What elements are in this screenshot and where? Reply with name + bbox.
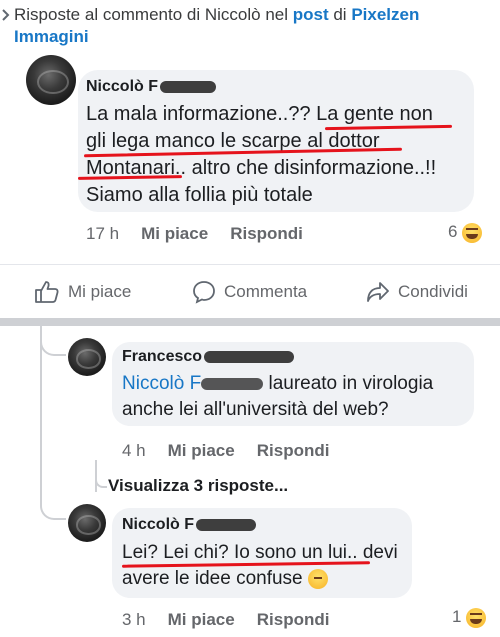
thumbs-up-icon: [35, 281, 59, 303]
share-arrow-icon: [367, 282, 389, 302]
section-separator: [0, 318, 500, 326]
comment-button-label: Commenta: [224, 282, 308, 301]
reaction-summary[interactable]: 6: [448, 222, 482, 243]
speech-bubble-icon: [193, 281, 215, 304]
haha-emoji-icon: [465, 607, 486, 628]
reply-meta: 3 h Mi piace Rispondi: [122, 610, 351, 630]
redaction-mark: [201, 377, 264, 390]
header-line: Risposte al commento di Niccolò nel post…: [14, 3, 494, 26]
avatar[interactable]: [68, 504, 106, 542]
post-link[interactable]: post: [293, 5, 329, 24]
view-more-replies[interactable]: Visualizza 3 risposte...: [108, 476, 288, 496]
redaction-mark: [204, 350, 295, 363]
header-middle: di: [328, 5, 352, 24]
reply-link[interactable]: Rispondi: [257, 610, 330, 629]
page-link-line2[interactable]: Immagini: [14, 25, 89, 48]
avatar[interactable]: [26, 55, 76, 105]
header-caret-icon: [2, 8, 10, 26]
redaction-mark: [196, 518, 257, 531]
thread-line: [95, 460, 97, 492]
comment-time[interactable]: 17 h: [86, 224, 119, 243]
thread-connector: [95, 490, 109, 506]
reply-author[interactable]: Niccolò F: [122, 516, 257, 534]
share-button[interactable]: Condividi: [366, 270, 468, 314]
page-link[interactable]: Pixelzen: [351, 5, 419, 24]
thread-line: [40, 326, 42, 501]
divider: [0, 264, 500, 265]
reply-author[interactable]: Francesco: [122, 348, 295, 366]
reaction-summary[interactable]: 1: [452, 607, 486, 628]
reply-link[interactable]: Rispondi: [257, 441, 330, 460]
like-button[interactable]: Mi piace: [34, 270, 131, 314]
reply-time[interactable]: 4 h: [122, 441, 146, 460]
action-bar: Mi piace Commenta Condividi: [0, 270, 500, 314]
like-button-label: Mi piace: [68, 282, 132, 301]
haha-emoji-icon: [461, 222, 482, 243]
like-link[interactable]: Mi piace: [168, 441, 235, 460]
mention-text: Lei? Lei chi? Io sono un lui.. devi: [122, 542, 398, 563]
thinking-emoji-icon: [307, 568, 328, 589]
reaction-count: 1: [452, 607, 462, 626]
header-prefix: Risposte al commento di Niccolò nel: [14, 5, 293, 24]
comment-author[interactable]: Niccolò F: [86, 78, 217, 96]
reply-text: Niccolò F laureato in virologia anche le…: [122, 373, 434, 420]
avatar[interactable]: [68, 338, 106, 376]
like-link[interactable]: Mi piace: [168, 610, 235, 629]
reply-link[interactable]: Rispondi: [230, 224, 303, 243]
reply-meta: 4 h Mi piace Rispondi: [122, 441, 351, 461]
redaction-mark: [160, 80, 217, 93]
share-button-label: Condividi: [398, 282, 468, 301]
mention-link[interactable]: Niccolò F: [122, 373, 201, 394]
reply-time[interactable]: 3 h: [122, 610, 146, 629]
comment-meta: 17 h Mi piace Rispondi: [86, 224, 325, 244]
thread-connector: [40, 498, 66, 520]
like-link[interactable]: Mi piace: [141, 224, 208, 243]
comment-button[interactable]: Commenta: [192, 270, 307, 314]
thread-connector: [40, 330, 66, 356]
reaction-count: 6: [448, 222, 458, 241]
